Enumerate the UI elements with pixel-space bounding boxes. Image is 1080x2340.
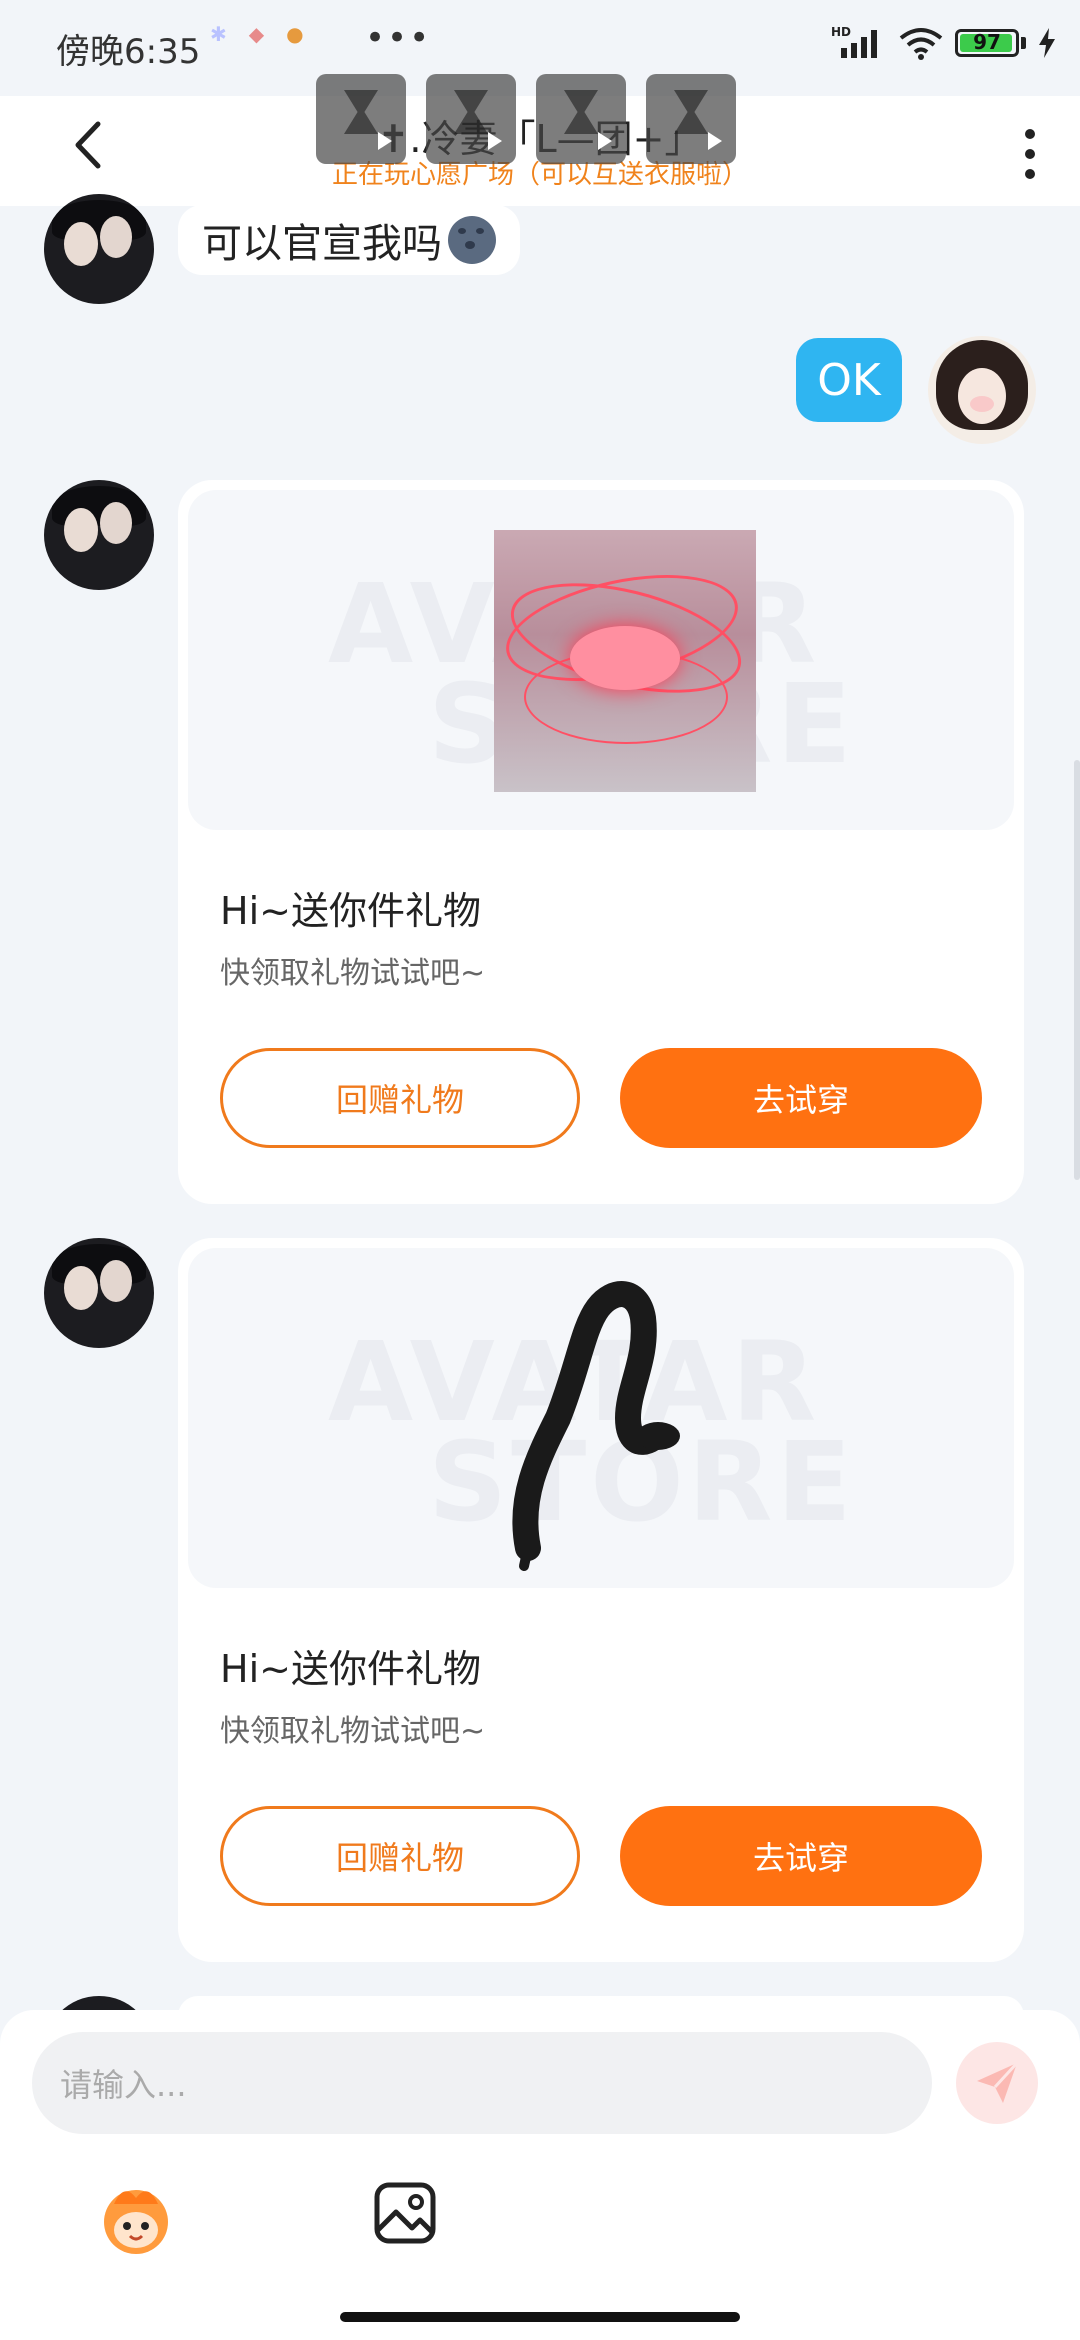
status-right: HD 97 <box>831 26 1056 60</box>
more-options-button[interactable] <box>1000 114 1060 194</box>
image-icon <box>374 2182 436 2244</box>
notification-icons: ✱ ◆ ● <box>210 22 304 46</box>
battery-cap <box>1021 37 1026 49</box>
gift-card-subtitle: 快领取礼物试试吧~ <box>220 956 486 991</box>
input-placeholder: 请输入... <box>60 2066 187 2104</box>
my-avatar[interactable] <box>928 336 1036 444</box>
message-text: 可以官宣我吗 <box>202 221 442 267</box>
floating-media-overlay <box>316 74 736 164</box>
network-label: HD <box>831 26 851 39</box>
media-thumbnail[interactable] <box>536 74 626 164</box>
gift-image-area: AVATAR STORE <box>188 1248 1014 1588</box>
return-gift-button[interactable]: 回赠礼物 <box>220 1806 580 1906</box>
try-on-button[interactable]: 去试穿 <box>620 1806 982 1906</box>
emoji-button[interactable] <box>94 2176 178 2260</box>
send-button[interactable] <box>956 2042 1038 2124</box>
battery-icon: 97 <box>955 29 1019 57</box>
return-gift-button[interactable]: 回赠礼物 <box>220 1048 580 1148</box>
status-time: 傍晚6:35 <box>56 32 201 72</box>
status-more: ••• <box>365 18 432 58</box>
emoji-icon <box>104 2190 168 2254</box>
message-text: OK <box>817 354 881 406</box>
try-on-button[interactable]: 去试穿 <box>620 1048 982 1148</box>
send-icon <box>977 2061 1019 2103</box>
friend-avatar[interactable] <box>44 194 154 304</box>
charging-icon <box>1039 28 1055 58</box>
gift-card[interactable]: AVATAR STORE Hi~送你件礼物 快领取礼物试试吧~ 回赠礼物 去试穿 <box>178 1238 1024 1962</box>
gift-card[interactable]: AVATAR STORE Hi~送你件礼物 快领取礼物试试吧~ 回赠礼物 去试穿 <box>178 480 1024 1204</box>
notification-icon: ✱ <box>210 22 227 46</box>
battery-level: 97 <box>973 30 1001 54</box>
gift-snake-image <box>512 1281 680 1571</box>
friend-avatar[interactable] <box>44 480 154 590</box>
message-input[interactable]: 请输入... <box>32 2032 932 2134</box>
gift-card-subtitle: 快领取礼物试试吧~ <box>220 1714 486 1749</box>
input-panel: 请输入... <box>0 2010 1080 2340</box>
wifi-icon <box>899 28 943 60</box>
notification-icon: ● <box>286 22 304 46</box>
my-message-bubble[interactable]: OK <box>796 338 902 422</box>
media-thumbnail[interactable] <box>426 74 516 164</box>
image-button[interactable] <box>372 2180 438 2246</box>
scrollbar[interactable] <box>1074 760 1080 1180</box>
more-vertical-icon <box>1025 129 1035 139</box>
media-thumbnail[interactable] <box>646 74 736 164</box>
friend-message-bubble[interactable]: 可以官宣我吗 <box>178 205 520 275</box>
home-indicator[interactable] <box>340 2312 740 2322</box>
gift-card-title: Hi~送你件礼物 <box>220 889 481 933</box>
gift-card-title: Hi~送你件礼物 <box>220 1647 481 1691</box>
friend-avatar[interactable] <box>44 1238 154 1348</box>
media-thumbnail[interactable] <box>316 74 406 164</box>
moon-emoji-icon <box>448 216 496 264</box>
gift-hologram-image <box>494 530 756 792</box>
notification-icon: ◆ <box>248 22 265 46</box>
signal-icon: HD <box>831 26 877 58</box>
gift-image-area: AVATAR STORE <box>188 490 1014 830</box>
